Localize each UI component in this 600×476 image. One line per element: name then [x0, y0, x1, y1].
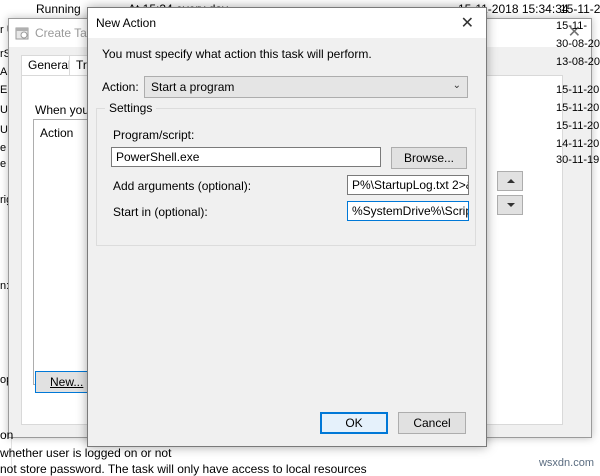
security-option-text: on [0, 428, 14, 442]
add-arguments-label: Add arguments (optional): [113, 179, 252, 193]
move-up-button[interactable] [497, 171, 523, 191]
start-in-input[interactable]: %SystemDrive%\Scripts\ [347, 201, 469, 221]
actions-column-header[interactable]: Action [40, 126, 73, 140]
arrow-up-icon [507, 179, 515, 183]
ok-button[interactable]: OK [320, 412, 388, 434]
task-status: Running [36, 2, 81, 16]
date-cell: 15-11-20 [556, 84, 600, 96]
task-scheduler-icon [15, 27, 29, 40]
dialog-titlebar: New Action ✕ [88, 8, 486, 38]
date-cell: 15-11-20 [556, 120, 600, 132]
date-cell: 15-11-20 [556, 102, 600, 114]
dialog-instruction: You must specify what action this task w… [102, 47, 372, 61]
start-in-label: Start in (optional): [113, 205, 208, 219]
new-action-label: New... [50, 375, 84, 389]
chevron-down-icon: ⌄ [452, 80, 461, 91]
dialog-title: New Action [96, 16, 157, 30]
action-select-value: Start a program [151, 80, 235, 94]
arrow-down-icon [507, 203, 515, 207]
settings-label: Settings [105, 101, 157, 115]
watermark: wsxdn.com [538, 457, 594, 469]
task-last-run: 15-11-20 [560, 2, 600, 16]
date-cell: 13-08-20 [556, 56, 600, 68]
close-icon[interactable]: ✕ [461, 13, 474, 33]
date-cell: 30-08-20 [556, 38, 600, 50]
date-cell: 15-11- [556, 20, 587, 32]
program-script-label: Program/script: [113, 128, 195, 142]
action-select[interactable]: Start a program ⌄ [144, 76, 468, 98]
security-option-text: whether user is logged on or not [0, 446, 172, 460]
security-option-text: not store password. The task will only h… [0, 462, 367, 476]
actions-list[interactable]: Action [33, 119, 91, 385]
add-arguments-input[interactable]: P%\StartupLog.txt 2>&1 [347, 175, 469, 195]
date-cell: 14-11-20 [556, 138, 600, 150]
action-label: Action: [102, 80, 139, 94]
settings-group: Settings Program/script: PowerShell.exe … [96, 101, 476, 246]
browse-button[interactable]: Browse... [391, 147, 467, 169]
program-script-input[interactable]: PowerShell.exe [111, 147, 381, 167]
new-action-dialog: New Action ✕ You must specify what actio… [87, 7, 487, 447]
cancel-button[interactable]: Cancel [398, 412, 466, 434]
date-cell: 30-11-19 [556, 154, 600, 166]
move-down-button[interactable] [497, 195, 523, 215]
new-action-button[interactable]: New... [35, 371, 93, 393]
